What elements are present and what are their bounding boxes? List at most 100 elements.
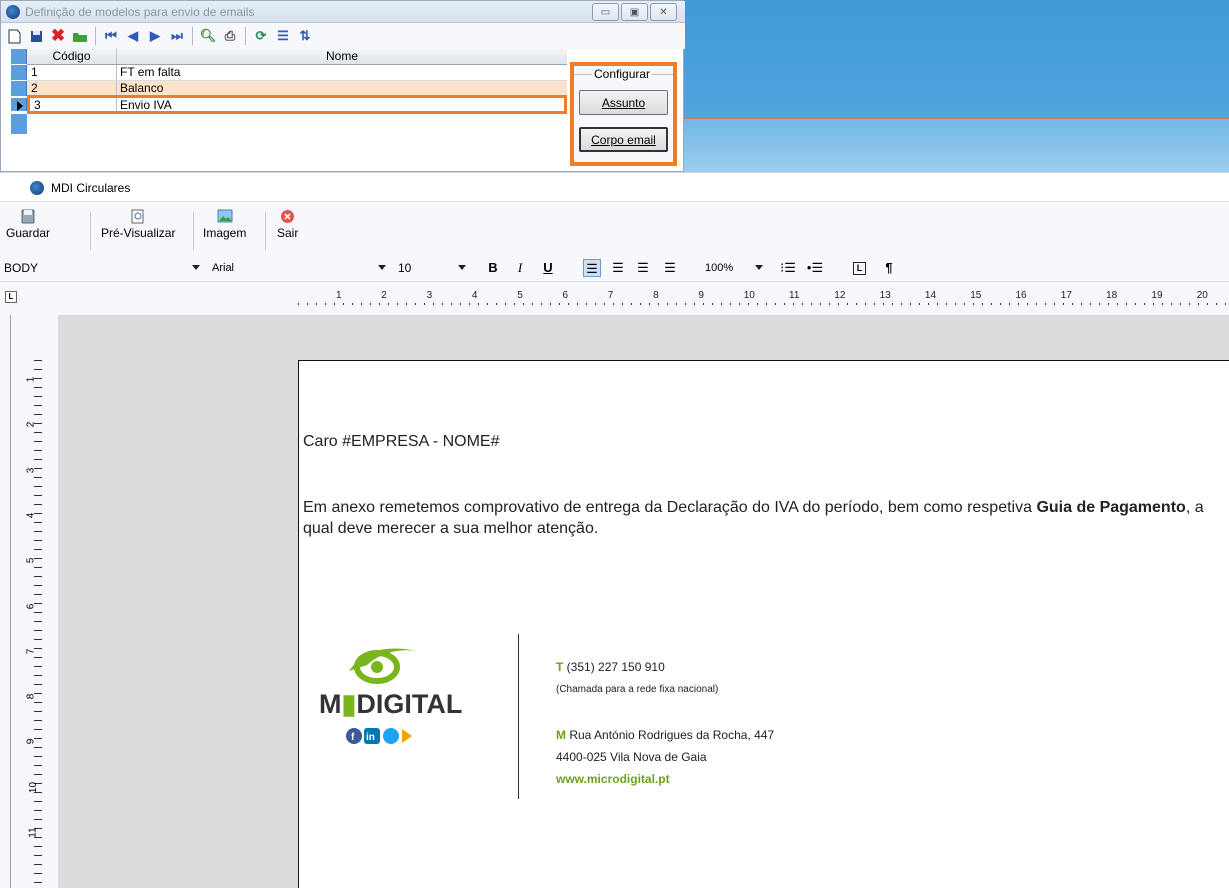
ruler-number: 19 [1151,290,1163,301]
mdi-window: MDI Circulares Guardar Pré-Visualizar Im… [0,172,1229,888]
maximize-button[interactable]: ▣ [621,3,648,21]
toolbar-separator [95,27,96,45]
body-paragraph[interactable]: Em anexo remetemos comprovativo de entre… [303,497,1223,539]
ruler-number: 20 [1196,290,1208,301]
first-record-icon[interactable]: ⏮ [102,27,120,45]
cell-name[interactable]: Balanco [117,81,567,96]
ruler-number: 4 [471,290,478,301]
email-body-button[interactable]: Corpo email [579,127,668,152]
chevron-down-icon [755,265,763,270]
models-grid: Código Nome 1 FT em falta 2 Balanco 3 En… [11,49,567,134]
current-row-pointer-icon [17,101,23,111]
close-button[interactable]: ✕ [650,3,677,21]
website-link[interactable]: www.microdigital.pt [556,772,670,786]
last-record-icon[interactable]: ⏭ [168,27,186,45]
ruler-number: 8 [653,290,659,301]
ruler-number: 10 [28,781,40,793]
row-selector[interactable] [11,81,27,96]
grid-empty-row [11,114,567,134]
subject-button[interactable]: Assunto [579,90,668,115]
pilcrow-icon[interactable]: ¶ [880,259,898,277]
ruler-number: 15 [970,290,982,301]
filter-icon[interactable]: ☰ [274,27,292,45]
font-value: Arial [212,262,235,274]
save-icon[interactable] [27,27,45,45]
column-header-name[interactable]: Nome [117,49,567,64]
app-icon [6,5,20,19]
style-value: BODY [4,261,39,275]
delete-icon[interactable]: ✖ [49,26,67,45]
sort-icon[interactable]: ⇅ [296,27,314,45]
font-size-select[interactable]: 10 [396,258,470,278]
table-row-selected[interactable]: 3 Envio IVA [11,95,567,114]
address-line-1: M Rua António Rodrigues da Rocha, 447 [556,728,774,742]
font-select[interactable]: Arial [210,258,390,278]
minimize-button[interactable]: ▭ [592,3,619,21]
align-left-icon[interactable]: ☰ [583,259,601,277]
zoom-select[interactable]: 100% [703,258,767,278]
numbered-list-icon[interactable]: ⁝☰ [779,259,797,277]
vertical-ruler-ticks [34,360,42,888]
ruler-number: 14 [924,290,937,301]
next-record-icon[interactable]: ▶ [146,27,164,45]
column-header-code[interactable]: Código [27,49,117,64]
document-page[interactable]: Caro #EMPRESA - NOME# Em anexo remetemos… [298,360,1229,888]
align-center-icon[interactable]: ☰ [609,259,627,277]
cell-name[interactable]: FT em falta [117,65,567,80]
ruler-number: 18 [1106,290,1118,301]
open-folder-icon[interactable] [71,27,89,45]
toolbar-separator [265,212,266,250]
justify-icon[interactable]: ☰ [661,259,679,277]
cell-code[interactable]: 3 [30,98,117,111]
search-icon[interactable]: 🔍︎ [199,27,217,45]
mdi-titlebar: MDI Circulares [0,172,1229,201]
phone-number: (351) 227 150 910 [563,660,665,674]
preview-button[interactable]: Pré-Visualizar [101,208,175,252]
exit-button[interactable]: Sair [277,208,298,252]
image-label: Imagem [203,226,247,240]
new-icon[interactable] [5,27,23,45]
ruler-number: 2 [381,290,387,301]
ruler-number: 13 [879,290,891,301]
align-right-icon[interactable]: ☰ [634,259,652,277]
row-selector[interactable] [11,98,27,111]
preview-label: Pré-Visualizar [101,226,176,240]
refresh-icon[interactable]: ⟳ [252,27,270,45]
greeting-text[interactable]: Caro #EMPRESA - NOME# [303,433,500,451]
row-selector[interactable] [11,65,27,80]
bullet-list-icon[interactable]: •☰ [806,259,824,277]
bold-icon[interactable]: B [484,259,502,277]
editor-workspace: 1 2 3 4 5 6 7 8 9 10 11 Caro #EMPRESA - NOME# Em a… [0,315,1229,888]
signature-divider [518,634,519,799]
models-window-title: Definição de modelos para envio de email… [25,5,255,19]
previous-record-icon[interactable]: ◀ [124,27,142,45]
ruler-number: 11 [789,290,800,301]
mdi-title: MDI Circulares [51,181,131,195]
horizontal-ruler[interactable]: 1 2 3 4 5 6 7 8 9 10 11 12 13 14 15 16 17 18 19 20 [298,290,1229,307]
image-button[interactable]: Imagem [203,208,246,252]
exit-icon [280,208,296,224]
logo-wordmark: M▮DIGITAL [319,689,462,719]
models-window-titlebar: Definição de modelos para envio de email… [1,1,685,23]
cell-code[interactable]: 1 [27,65,117,80]
vertical-ruler[interactable]: 1 2 3 4 5 6 7 8 9 10 11 [0,315,58,888]
style-select[interactable]: BODY [2,258,204,278]
italic-icon[interactable]: I [511,259,529,277]
tab-stop-icon[interactable]: L [853,262,866,275]
toolbar-separator [192,27,193,45]
cell-code[interactable]: 2 [27,81,117,96]
ruler-number: 10 [743,290,755,301]
underline-icon[interactable]: U [539,259,557,277]
tab-type-selector[interactable]: L [5,291,17,303]
save-button[interactable]: Guardar [6,208,50,252]
ruler-number: 1 [25,376,37,383]
company-logo: M▮DIGITAL f in [307,641,467,751]
table-row[interactable]: 1 FT em falta [11,65,567,81]
ruler-number: 5 [25,557,37,564]
mdi-toolbar: Guardar Pré-Visualizar Imagem Sair [0,201,1229,255]
row-selector [11,49,27,64]
cell-name[interactable]: Envio IVA [117,98,564,111]
print-icon[interactable]: ⎙ [221,27,239,45]
ruler-number: 4 [25,512,37,519]
address-line-2: 4400-025 Vila Nova de Gaia [556,750,707,764]
